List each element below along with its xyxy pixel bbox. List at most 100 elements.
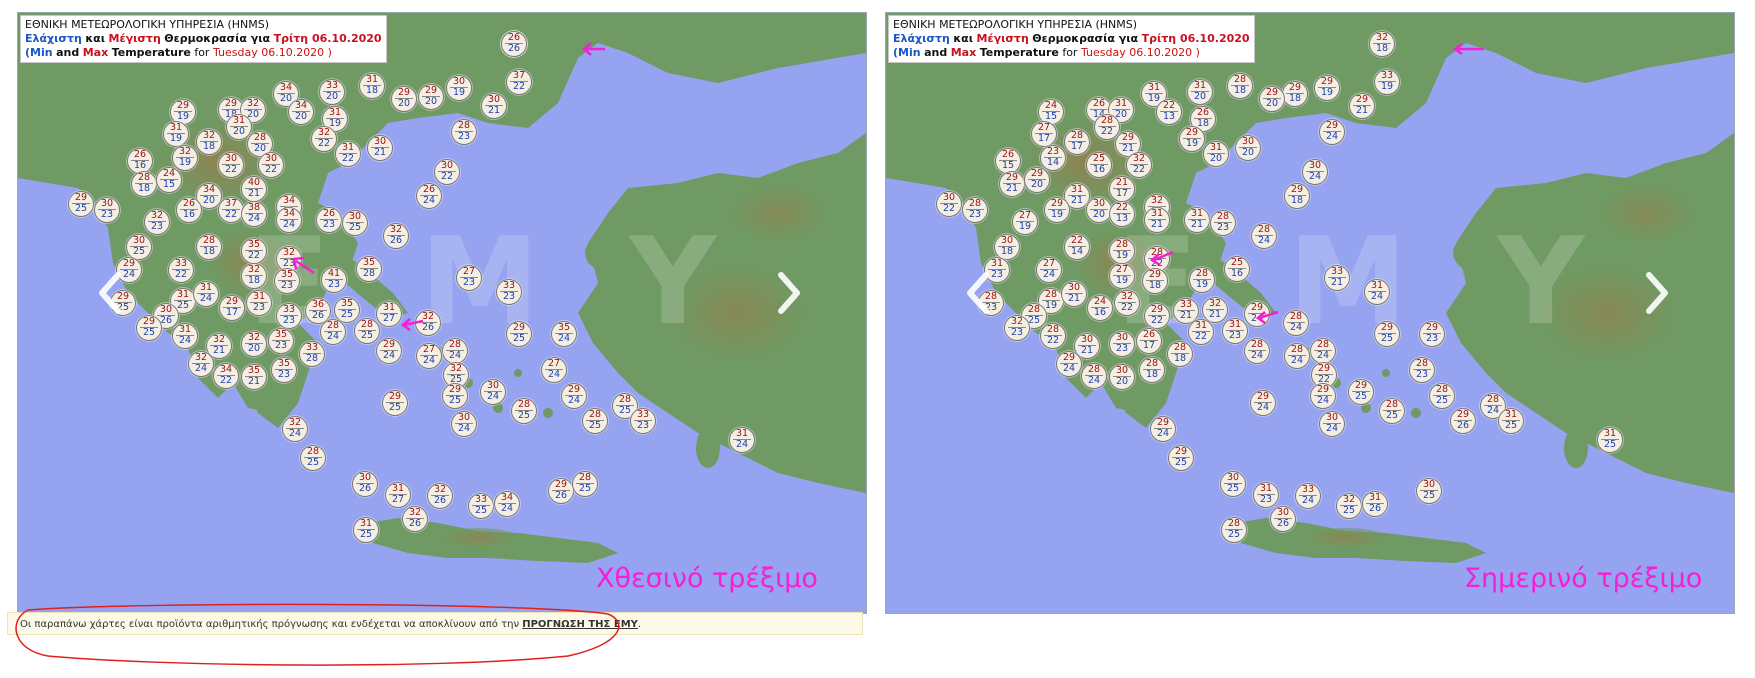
min-temp: 16 <box>180 209 198 220</box>
min-temp: 22 <box>1148 315 1166 326</box>
max-temp: 30 <box>132 235 146 246</box>
min-temp: 24 <box>1288 355 1306 366</box>
max-temp: 35 <box>277 358 291 369</box>
temperature-marker: 29 24 <box>1056 351 1082 377</box>
forecast-map-today: ΕΜΥ ΕΘΝΙΚΗ ΜΕΤΕΩΡΟΛΟΓΙΚΗ ΥΠΗΡΕΣΙΑ (HNMS)… <box>885 12 1735 614</box>
min-temp: 21 <box>1188 219 1206 230</box>
temperature-marker: 28 25 <box>1379 398 1405 424</box>
max-temp: 27 <box>1115 264 1129 275</box>
min-temp: 26 <box>505 43 523 54</box>
temperature-marker: 38 24 <box>241 201 267 227</box>
min-temp: 24 <box>1085 375 1103 386</box>
min-temp: 20 <box>395 98 413 109</box>
temperature-marker: 25 16 <box>1086 152 1112 178</box>
min-temp: 17 <box>1035 133 1053 144</box>
min-temp: 19 <box>1113 250 1131 261</box>
max-temp: 29 <box>1325 120 1339 131</box>
max-temp: 29 <box>1150 304 1164 315</box>
temperature-marker: 26 15 <box>995 148 1021 174</box>
temperature-marker: 41 23 <box>321 267 347 293</box>
max-temp: 36 <box>311 299 325 310</box>
temperature-marker: 22 13 <box>1156 99 1182 125</box>
min-temp: 24 <box>1287 322 1305 333</box>
max-temp: 29 <box>1030 168 1044 179</box>
temperature-marker: 28 18 <box>196 234 222 260</box>
max-temp: 29 <box>225 296 239 307</box>
max-temp: 31 <box>1194 320 1208 331</box>
max-temp: 28 <box>1486 394 1500 405</box>
temperature-marker: 29 17 <box>219 295 245 321</box>
temperature-marker: 35 21 <box>241 364 267 390</box>
min-temp: 23 <box>1008 327 1026 338</box>
temperature-marker: 29 25 <box>1168 445 1194 471</box>
prev-arrow-button[interactable] <box>93 268 129 318</box>
temperature-marker: 31 24 <box>729 427 755 453</box>
min-temp: 21 <box>245 188 263 199</box>
max-temp: 31 <box>359 518 373 529</box>
min-temp: 22 <box>222 164 240 175</box>
min-temp: 21 <box>1177 310 1195 321</box>
max-temp: 26 <box>507 32 521 43</box>
temperature-marker: 28 18 <box>1227 73 1253 99</box>
run-label: Χθεσινό τρέξιμο <box>596 563 818 594</box>
max-temp: 34 <box>202 184 216 195</box>
min-temp: 21 <box>485 105 503 116</box>
temperature-marker: 27 24 <box>1036 257 1062 283</box>
min-temp: 17 <box>1140 340 1158 351</box>
max-temp: 33 <box>282 304 296 315</box>
max-temp: 32 <box>1375 32 1389 43</box>
min-temp: 22 <box>172 269 190 280</box>
temperature-marker: 29 25 <box>442 383 468 409</box>
temperature-marker: 37 22 <box>506 69 532 95</box>
temperature-marker: 31 25 <box>1597 427 1623 453</box>
min-temp: 26 <box>552 490 570 501</box>
min-temp: 25 <box>1420 490 1438 501</box>
temperature-marker: 28 23 <box>962 197 988 223</box>
min-temp: 23 <box>1113 343 1131 354</box>
temperature-marker: 27 24 <box>416 343 442 369</box>
temperature-marker: 26 23 <box>316 207 342 233</box>
temperature-marker: 30 21 <box>1061 281 1087 307</box>
max-temp: 31 <box>169 122 183 133</box>
min-temp: 24 <box>197 293 215 304</box>
min-temp: 21 <box>1353 105 1371 116</box>
min-temp: 22 <box>1118 302 1136 313</box>
temperature-marker: 21 17 <box>1109 176 1135 202</box>
magenta-arrow-icon <box>582 42 605 56</box>
max-temp: 31 <box>1603 428 1617 439</box>
next-arrow-button[interactable] <box>770 268 806 318</box>
max-temp: 34 <box>219 364 233 375</box>
temperature-marker: 28 24 <box>1251 223 1277 249</box>
temperature-marker: 35 24 <box>551 321 577 347</box>
max-temp: 29 <box>1156 417 1170 428</box>
min-temp: 19 <box>1378 81 1396 92</box>
max-temp: 31 <box>1193 80 1207 91</box>
min-temp: 24 <box>192 363 210 374</box>
max-temp: 27 <box>547 358 561 369</box>
next-arrow-button[interactable] <box>1638 268 1674 318</box>
prev-arrow-button[interactable] <box>961 268 997 318</box>
max-temp: 30 <box>452 76 466 87</box>
temperature-marker: 3222 <box>1114 290 1140 316</box>
magenta-arrow-icon <box>1255 310 1279 324</box>
header-english-line: (Min and Max Temperature for Tuesday 06.… <box>893 46 1200 59</box>
min-temp: 19 <box>1193 279 1211 290</box>
max-temp: 29 <box>74 192 88 203</box>
min-temp: 24 <box>498 503 516 514</box>
max-temp: 35 <box>274 329 288 340</box>
max-temp: 25 <box>1230 257 1244 268</box>
max-temp: 29 <box>1290 184 1304 195</box>
max-temp: 33 <box>1301 484 1315 495</box>
max-temp: 26 <box>1196 107 1210 118</box>
red-highlight-oval <box>15 603 620 666</box>
min-temp: 25 <box>1502 420 1520 431</box>
max-temp: 25 <box>1092 153 1106 164</box>
min-temp: 24 <box>1368 291 1386 302</box>
min-temp: 21 <box>1206 309 1224 320</box>
temperature-marker: 30 20 <box>1109 364 1135 390</box>
temperature-marker: 28 24 <box>442 338 468 364</box>
max-temp: 32 <box>150 210 164 221</box>
temperature-marker: 31 22 <box>335 141 361 167</box>
min-temp: 13 <box>1160 111 1178 122</box>
temperature-marker: 30 24 <box>1319 411 1345 437</box>
